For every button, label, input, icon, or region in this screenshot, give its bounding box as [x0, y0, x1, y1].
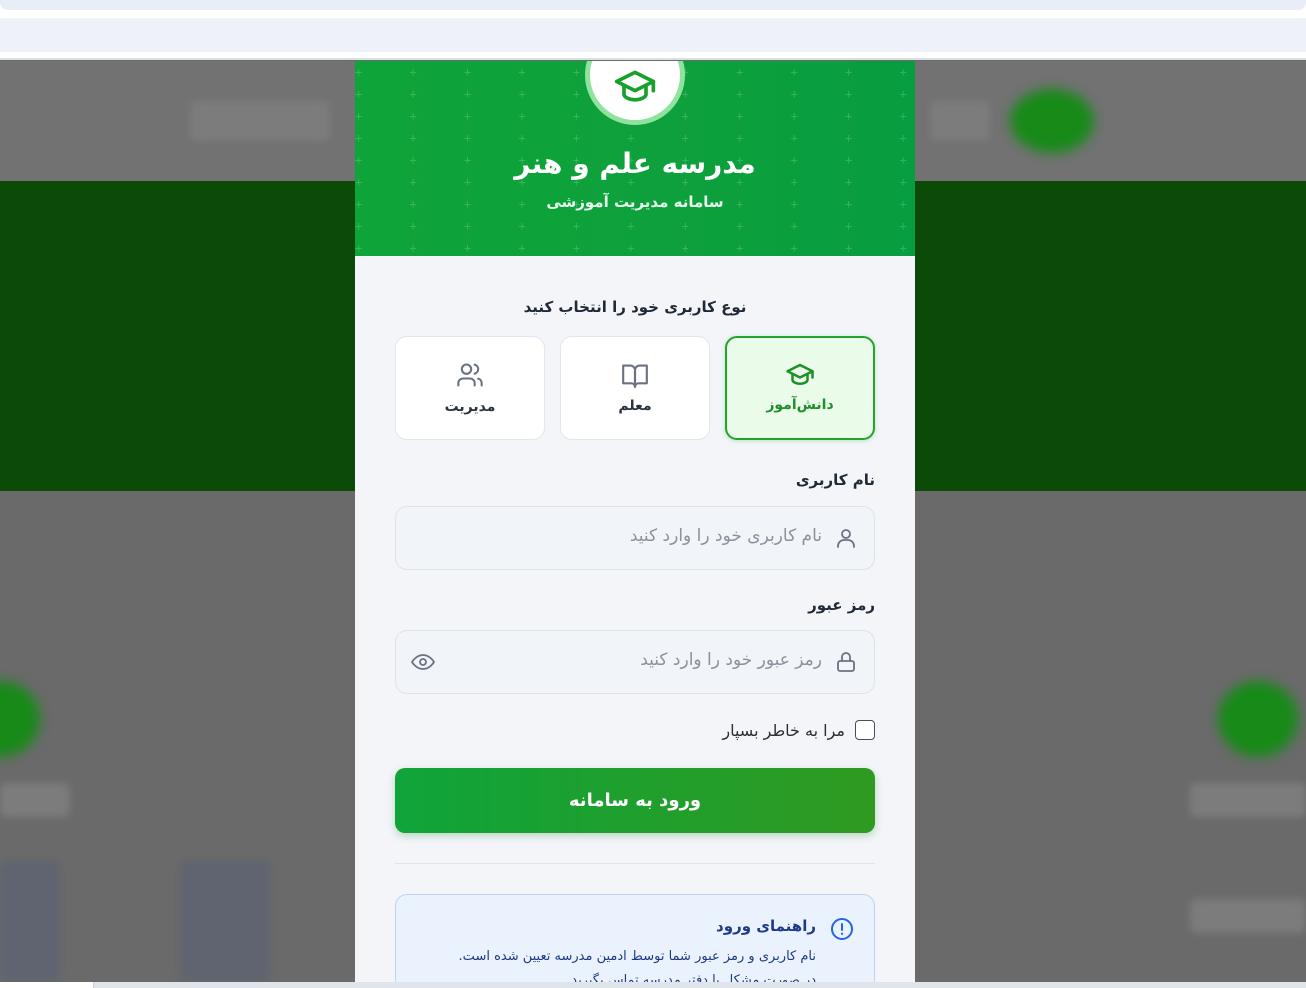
role-label: دانش‌آموز	[766, 397, 834, 413]
login-header: + + + + + + + + + + + + + + + + + + + + …	[355, 61, 915, 256]
graduation-cap-icon	[786, 363, 814, 385]
background-nav	[930, 101, 990, 141]
background-nav	[190, 101, 330, 141]
divider	[395, 863, 875, 864]
toolbar-strip	[0, 18, 1306, 52]
password-placeholder: رمز عبور خود را وارد کنید	[640, 650, 822, 670]
password-input[interactable]: رمز عبور خود را وارد کنید	[395, 630, 875, 694]
graduation-cap-icon	[614, 70, 656, 102]
background-text	[1190, 783, 1306, 817]
background-text	[0, 783, 70, 817]
role-selector: دانش‌آموز معلم مدیریت	[395, 336, 875, 440]
role-teacher-button[interactable]: معلم	[560, 336, 710, 440]
user-type-heading: نوع کاربری خود را انتخاب کنید	[523, 298, 747, 316]
username-placeholder: نام کاربری خود را وارد کنید	[629, 526, 822, 546]
login-submit-button[interactable]: ورود به سامانه	[395, 768, 875, 833]
login-guide-box: راهنمای ورود نام کاربری و رمز عبور شما ت…	[395, 894, 875, 982]
background-blob	[0, 681, 40, 757]
eye-icon[interactable]	[410, 650, 436, 674]
login-modal: + + + + + + + + + + + + + + + + + + + + …	[355, 61, 915, 982]
browser-top-strip	[0, 0, 1306, 60]
taskbar-strip	[0, 982, 1306, 988]
school-name: مدرسه علم و هنر	[514, 147, 756, 180]
background-logo	[1010, 89, 1094, 153]
role-admin-button[interactable]: مدیریت	[395, 336, 545, 440]
taskbar-tab[interactable]	[0, 982, 94, 988]
background-text	[1190, 899, 1306, 933]
guide-text: نام کاربری و رمز عبور شما توسط ادمین مدر…	[458, 949, 816, 964]
role-label: مدیریت	[444, 399, 496, 415]
background-card	[180, 861, 270, 981]
guide-title: راهنمای ورود	[716, 917, 816, 935]
address-bar-edge	[0, 0, 1306, 10]
background-blob	[1218, 681, 1298, 757]
role-student-button[interactable]: دانش‌آموز	[725, 336, 875, 440]
password-label: رمز عبور	[808, 596, 875, 614]
background-card	[0, 861, 60, 981]
toolbar-divider	[0, 58, 1306, 60]
book-open-icon	[622, 364, 648, 388]
remember-me[interactable]: مرا به خاطر بسپار	[722, 718, 875, 742]
username-label: نام کاربری	[795, 471, 875, 489]
remember-me-checkbox[interactable]	[855, 720, 875, 740]
user-icon	[837, 529, 855, 548]
username-input[interactable]: نام کاربری خود را وارد کنید	[395, 506, 875, 570]
remember-me-label: مرا به خاطر بسپار	[722, 720, 845, 740]
users-icon	[457, 363, 483, 387]
guide-text: در صورت مشکل با دفتر مدرسه تماس بگیرید.	[567, 973, 816, 982]
lock-icon	[837, 652, 855, 672]
role-label: معلم	[618, 398, 652, 414]
system-subtitle: سامانه مدیریت آموزشی	[546, 193, 724, 211]
info-icon	[831, 918, 853, 940]
